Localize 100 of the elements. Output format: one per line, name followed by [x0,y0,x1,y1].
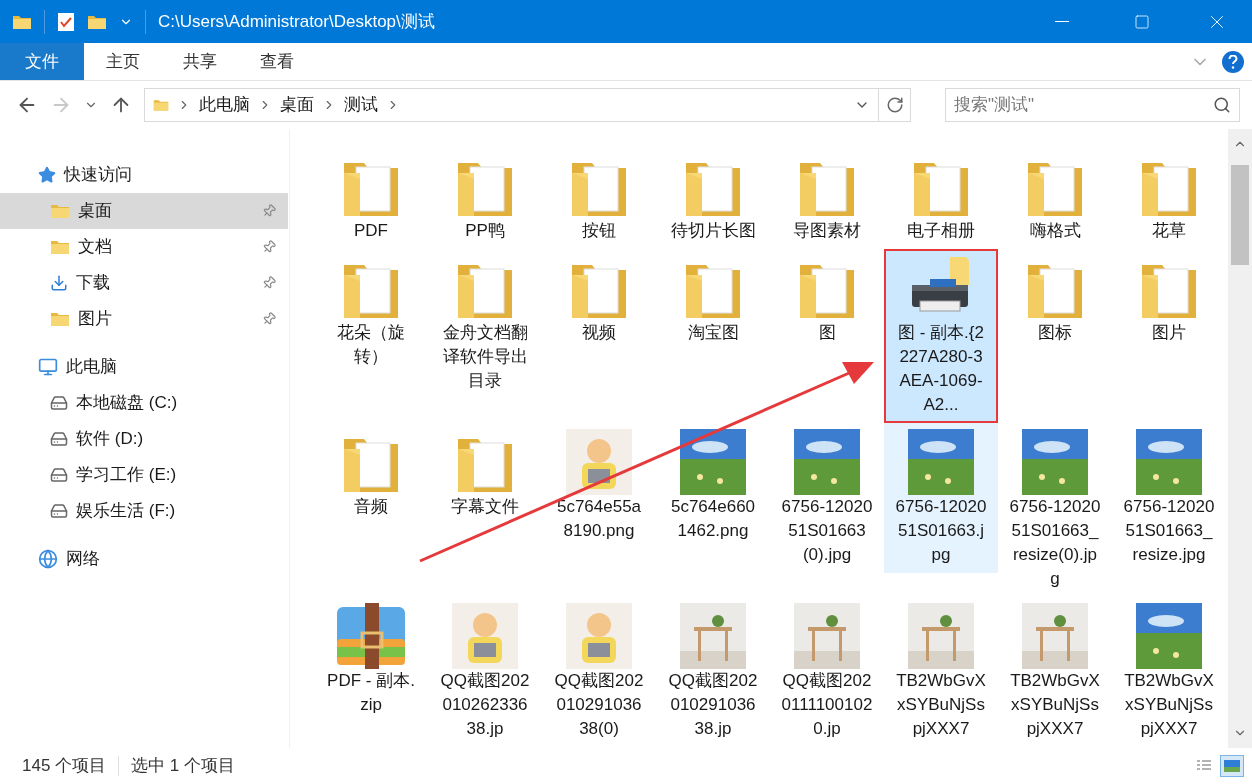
file-item[interactable]: PDF [314,147,428,249]
file-item[interactable]: PDF - 副本.zip [314,597,428,723]
sidebar-item[interactable]: 娱乐生活 (F:) [0,493,288,529]
file-name: TB2WbGvXxSYBuNjSspjXXX7 [895,670,987,740]
file-name: 图 - 副本.{2227A280-3AEA-1069-A2... [897,322,985,416]
maximize-icon [1134,13,1150,30]
file-item[interactable]: QQ截图20201029103638(0) [542,597,656,747]
file-item[interactable]: 图片 [1112,249,1226,351]
file-item[interactable]: 导图素材 [770,147,884,249]
file-item[interactable]: 视频 [542,249,656,351]
refresh-icon[interactable] [885,96,904,114]
drive-icon [50,466,68,484]
folder-icon [50,203,70,219]
file-item[interactable]: 嗨格式 [998,147,1112,249]
file-item[interactable]: 图标 [998,249,1112,351]
address-bar[interactable]: 此电脑 桌面 测试 [144,88,911,122]
file-item[interactable]: 待切片长图 [656,147,770,249]
file-item[interactable]: TB2WbGvXxSYBuNjSspjXXX7 [998,597,1112,747]
file-name: TB2WbGvXxSYBuNjSspjXXX7 [1009,670,1101,740]
file-name: 6756-1202051S01663(0).jpg [781,496,873,566]
sidebar-item[interactable]: 软件 (D:) [0,421,288,457]
breadcrumb-item[interactable]: 测试 [344,92,378,118]
search-field[interactable]: 搜索"测试" [945,88,1240,122]
file-item[interactable]: 5c764e55a8190.png [542,423,656,549]
file-name: 字幕文件 [450,496,520,518]
drive-icon [50,502,68,520]
ribbon-tab[interactable]: 共享 [161,43,238,80]
sidebar-item[interactable]: 本地磁盘 (C:) [0,385,288,421]
sidebar-item[interactable]: 图片 [0,301,288,337]
item-count: 145 个项目 [22,755,107,778]
file-item[interactable]: 6756-1202051S01663_resize.jpg [1112,423,1226,573]
star-icon [38,166,56,184]
file-item[interactable]: TB2WbGvXxSYBuNjSspjXXX7 [884,597,998,747]
file-name: QQ截图20201029103638.jp [667,670,759,740]
sidebar-item[interactable]: 下载 [0,265,288,301]
sidebar-item[interactable]: 网络 [0,541,288,577]
file-item[interactable]: 图 - 副本.{2227A280-3AEA-1069-A2... [884,249,998,423]
file-item[interactable]: 6756-1202051S01663_resize(0).jpg [998,423,1112,597]
file-item[interactable]: TB2WbGvXxSYBuNjSspjXXX7 [1112,597,1226,747]
window-title: C:\Users\Administrator\Desktop\测试 [158,10,435,33]
file-item[interactable]: 淘宝图 [656,249,770,351]
ribbon-tab[interactable]: 查看 [238,43,315,80]
large-icons-view-button[interactable] [1220,755,1244,777]
file-name: QQ截图20201111001020.jp [781,670,873,740]
file-item[interactable]: 图 [770,249,884,351]
file-item[interactable]: PP鸭 [428,147,542,249]
properties-icon[interactable] [57,11,75,32]
file-name: 花朵（旋转） [336,322,406,368]
file-name: 图标 [1037,322,1073,344]
file-name: 待切片长图 [669,220,757,242]
file-name: PDF [353,220,389,242]
network-icon [38,549,58,569]
file-name: 视频 [581,322,617,344]
minimize-icon [1055,21,1069,22]
file-name: 图 [817,322,837,344]
breadcrumb-item[interactable]: 桌面 [280,92,314,118]
file-name: 导图素材 [792,220,862,242]
file-name: 6756-1202051S01663.jpg [895,496,987,566]
file-item[interactable]: 电子相册 [884,147,998,249]
file-item[interactable]: QQ截图20201026233638.jp [428,597,542,747]
file-name: PP鸭 [464,220,506,242]
file-item[interactable]: 5c764e6601462.png [656,423,770,549]
folder-icon [50,311,70,327]
scrollbar[interactable] [1228,129,1252,748]
file-name: 5c764e6601462.png [669,496,757,542]
sidebar-item[interactable]: 学习工作 (E:) [0,457,288,493]
file-item[interactable]: 花朵（旋转） [314,249,428,375]
file-name: 6756-1202051S01663_resize(0).jpg [1009,496,1101,590]
file-item[interactable]: 字幕文件 [428,423,542,525]
help-icon[interactable] [1222,50,1244,73]
file-item[interactable]: 音频 [314,423,428,525]
search-icon[interactable] [1213,96,1231,114]
sidebar-item[interactable]: 快速访问 [0,157,288,193]
sidebar-item[interactable]: 桌面 [0,193,288,229]
file-item[interactable]: 花草 [1112,147,1226,249]
breadcrumb-item[interactable]: 此电脑 [199,92,250,118]
search-input[interactable]: 搜索"测试" [954,92,1213,118]
file-item[interactable]: QQ截图20201029103638.jp [656,597,770,747]
sidebar-item[interactable]: 此电脑 [0,349,288,385]
file-name: 5c764e55a8190.png [555,496,643,542]
scroll-thumb[interactable] [1231,165,1249,265]
large-icons-view-icon [1223,759,1241,773]
file-item[interactable]: QQ截图20201111001020.jp [770,597,884,747]
file-item[interactable]: 6756-1202051S01663.jpg [884,423,998,573]
file-item[interactable]: 金舟文档翻译软件导出目录 [428,249,542,399]
new-folder-icon [87,13,107,30]
ribbon-tab[interactable]: 文件 [0,43,84,80]
file-item[interactable]: 按钮 [542,147,656,249]
file-name: QQ截图20201026233638.jp [439,670,531,740]
sidebar-item[interactable]: 文档 [0,229,288,265]
file-name: 金舟文档翻译软件导出目录 [441,322,529,392]
file-name: 电子相册 [906,220,976,242]
file-name: 图片 [1151,322,1187,344]
selection-count: 选中 1 个项目 [131,755,235,778]
ribbon-tab[interactable]: 主页 [84,43,161,80]
folder-icon [50,239,70,255]
download-icon [50,274,68,292]
file-name: 淘宝图 [686,322,740,344]
file-item[interactable]: 6756-1202051S01663(0).jpg [770,423,884,573]
file-name: 按钮 [581,220,617,242]
